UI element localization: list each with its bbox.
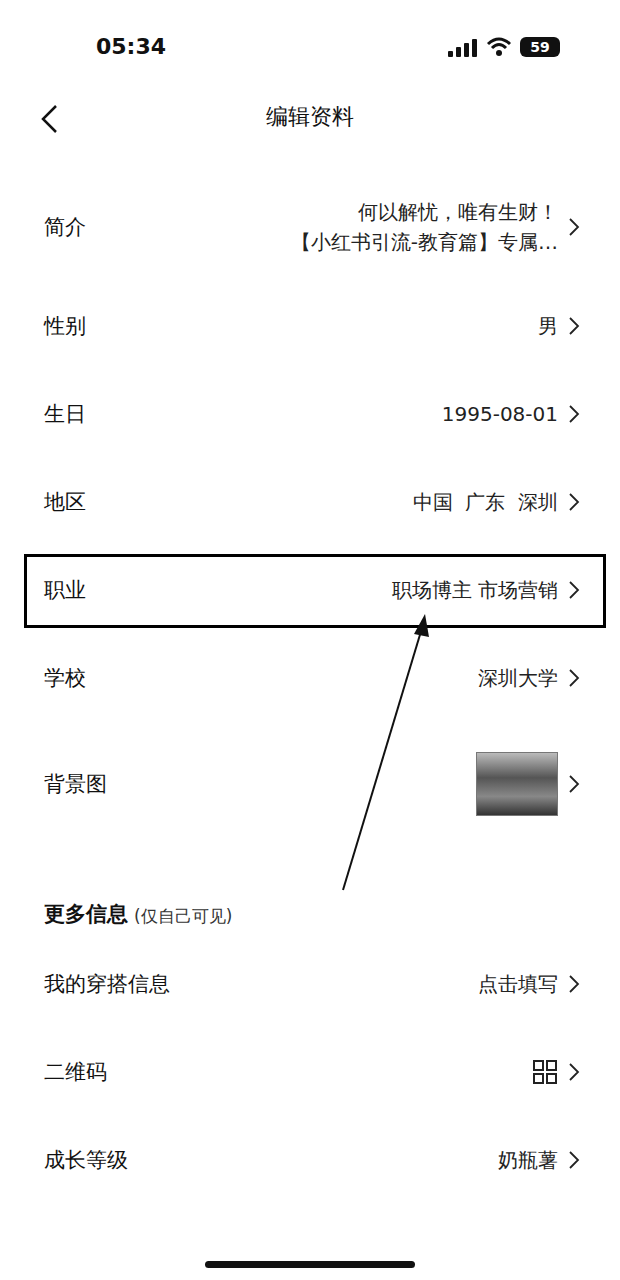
profile-row[interactable]: 简介 何以解忧，唯有生财！ 【小红书引流-教育篇】专属… <box>0 172 620 282</box>
wifi-icon <box>486 37 512 57</box>
value-lines: 1995-08-01 <box>442 401 558 427</box>
profile-row[interactable]: 地区 中国 广东 深圳 <box>0 458 620 546</box>
status-time: 05:34 <box>96 30 166 64</box>
row-value <box>532 1059 580 1085</box>
chevron-icon <box>568 1061 580 1083</box>
row-value: 中国 广东 深圳 <box>413 489 580 515</box>
row-label: 二维码 <box>44 1058 107 1086</box>
profile-list: 简介 何以解忧，唯有生财！ 【小红书引流-教育篇】专属… 性别 男生日 1995-08-0… <box>0 154 620 846</box>
page-title: 编辑资料 <box>266 102 354 132</box>
value-text: 奶瓶薯 <box>498 1147 558 1173</box>
value-lines: 何以解忧，唯有生财！ 【小红书引流-教育篇】专属… <box>291 199 558 255</box>
chevron-icon <box>568 773 580 795</box>
row-label: 我的穿搭信息 <box>44 970 170 998</box>
section-note: (仅自己可见) <box>134 905 232 928</box>
value-lines: 中国 广东 深圳 <box>413 489 558 515</box>
row-label: 性别 <box>44 312 86 340</box>
row-label: 学校 <box>44 664 86 692</box>
value-lines: 点击填写 <box>478 971 558 997</box>
background-thumbnail <box>476 752 558 816</box>
chevron-icon <box>568 315 580 337</box>
row-label: 地区 <box>44 488 86 516</box>
value-text: 点击填写 <box>478 971 558 997</box>
value-text: 【小红书引流-教育篇】专属… <box>291 229 558 255</box>
row-value: 点击填写 <box>478 971 580 997</box>
row-value: 深圳大学 <box>478 665 580 691</box>
value-text: 职场博主 市场营销 <box>392 577 558 603</box>
row-label: 成长等级 <box>44 1146 128 1174</box>
value-text: 男 <box>538 313 558 339</box>
chevron-icon <box>568 403 580 425</box>
profile-row[interactable]: 职业 职场博主 市场营销 <box>0 546 620 634</box>
row-value: 男 <box>538 313 580 339</box>
annotation-arrow-icon <box>0 0 620 1280</box>
profile-row[interactable]: 性别 男 <box>0 282 620 370</box>
nav-header: 编辑资料 <box>0 80 620 154</box>
row-value <box>476 752 580 816</box>
back-arrow-icon <box>40 104 60 134</box>
row-value: 1995-08-01 <box>442 401 580 427</box>
row-value: 何以解忧，唯有生财！ 【小红书引流-教育篇】专属… <box>291 199 580 255</box>
value-lines: 职场博主 市场营销 <box>392 577 558 603</box>
value-lines: 奶瓶薯 <box>498 1147 558 1173</box>
battery-indicator: 59 <box>520 37 560 57</box>
chevron-icon <box>568 973 580 995</box>
chevron-icon <box>568 579 580 601</box>
profile-row[interactable]: 二维码 <box>0 1028 620 1116</box>
more-info-list: 我的穿搭信息 点击填写二维码成长等级 奶瓶薯 <box>0 940 620 1204</box>
profile-row[interactable]: 背景图 <box>0 722 620 846</box>
row-label: 背景图 <box>44 770 107 798</box>
row-label: 生日 <box>44 400 86 428</box>
qr-code-icon <box>532 1059 558 1085</box>
row-value: 奶瓶薯 <box>498 1147 580 1173</box>
back-button[interactable] <box>36 100 64 138</box>
profile-row[interactable]: 成长等级 奶瓶薯 <box>0 1116 620 1204</box>
row-label: 职业 <box>44 576 86 604</box>
status-bar: 05:34 59 <box>0 0 620 80</box>
profile-row[interactable]: 生日 1995-08-01 <box>0 370 620 458</box>
section-title: 更多信息 <box>44 900 128 928</box>
value-text: 1995-08-01 <box>442 401 558 427</box>
row-label: 简介 <box>44 213 86 241</box>
edit-profile-screen: 05:34 59 编辑资料简介 何以解忧，唯有生财！ 【小红书引流-教育篇】专属… 性别 男… <box>0 0 620 1280</box>
profile-row[interactable]: 学校 深圳大学 <box>0 634 620 722</box>
chevron-icon <box>568 1149 580 1171</box>
chevron-icon <box>568 216 580 238</box>
value-lines: 男 <box>538 313 558 339</box>
chevron-icon <box>568 491 580 513</box>
value-text: 深圳大学 <box>478 665 558 691</box>
row-value: 职场博主 市场营销 <box>392 577 580 603</box>
status-icons: 59 <box>448 30 560 64</box>
chevron-icon <box>568 667 580 689</box>
home-indicator <box>205 1261 415 1268</box>
value-text: 中国 广东 深圳 <box>413 489 558 515</box>
section-header: 更多信息 (仅自己可见) <box>0 846 620 940</box>
value-lines: 深圳大学 <box>478 665 558 691</box>
value-text: 何以解忧，唯有生财！ <box>358 199 558 225</box>
signal-icon <box>448 37 478 57</box>
profile-row[interactable]: 我的穿搭信息 点击填写 <box>0 940 620 1028</box>
